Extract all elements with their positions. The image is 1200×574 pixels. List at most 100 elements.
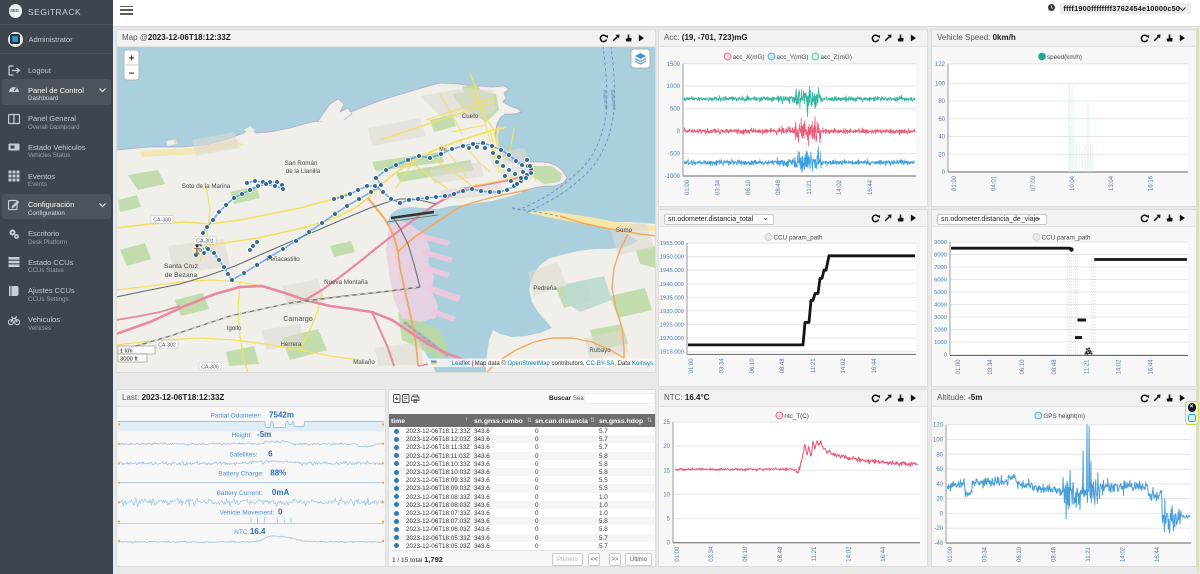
svg-text:0: 0 [278,508,283,517]
svg-text:Pedreña: Pedreña [533,285,557,292]
svg-text:0: 0 [940,511,944,517]
svg-text:01:00: 01:00 [685,179,691,195]
svg-text:08:48: 08:48 [1052,359,1058,375]
svg-text:06:10: 06:10 [1017,546,1023,562]
svg-text:11:21: 11:21 [1085,359,1091,374]
svg-text:03:34: 03:34 [988,359,994,375]
svg-text:100: 100 [933,437,944,443]
svg-text:08:48: 08:48 [776,179,782,195]
svg-text:13:04: 13:04 [1109,175,1115,191]
svg-text:acc_Y(mG): acc_Y(mG) [777,54,809,61]
svg-text:Battery Charge:: Battery Charge: [218,471,264,478]
svg-text:2000: 2000 [934,328,947,334]
svg-text:01:00: 01:00 [689,358,695,374]
svg-text:03:34: 03:34 [716,179,722,195]
svg-text:1.1925.000: 1.1925.000 [659,323,684,329]
svg-text:-1000: -1000 [665,174,681,180]
svg-text:20: 20 [936,497,943,503]
svg-text:Camargo: Camargo [283,314,313,323]
svg-text:de Bezana: de Bezana [165,272,198,279]
svg-text:CA-306: CA-306 [201,365,219,371]
svg-text:0: 0 [942,170,946,176]
svg-text:1000: 1000 [934,340,947,346]
svg-text:500: 500 [670,107,681,113]
svg-text:60: 60 [936,467,943,473]
svg-text:-5m: -5m [257,430,271,439]
svg-text:de la Llanilla: de la Llanilla [286,168,321,175]
svg-text:14:02: 14:02 [1117,359,1123,375]
svg-text:+: + [129,54,135,65]
svg-text:100: 100 [935,81,946,87]
svg-text:06:10: 06:10 [1020,359,1026,375]
svg-text:11:21: 11:21 [811,358,817,373]
svg-text:8000: 8000 [934,253,947,259]
svg-text:16:44: 16:44 [881,546,887,562]
svg-text:40: 40 [936,482,943,488]
svg-text:CCU param_path: CCU param_path [774,235,823,242]
svg-text:−: − [129,69,135,80]
svg-text:5: 5 [667,517,671,523]
svg-text:Leaflet | Map data © OpenStree: Leaflet | Map data © OpenStreetMap contr… [452,360,653,367]
svg-text:1.1930.000: 1.1930.000 [659,309,684,315]
svg-text:01:00: 01:00 [675,546,681,562]
svg-text:122: 122 [935,62,946,68]
svg-text:14:02: 14:02 [1121,546,1127,562]
svg-text:20: 20 [663,444,670,450]
svg-text:1.1955.000: 1.1955.000 [659,241,684,247]
svg-text:3000 ft: 3000 ft [120,357,138,363]
svg-text:11:21: 11:21 [812,546,818,561]
svg-text:11:21: 11:21 [1086,546,1092,561]
svg-text:CA-300: CA-300 [153,218,171,224]
svg-text:Peñacastillo: Peñacastillo [266,256,300,263]
svg-text:01:00: 01:00 [952,175,958,191]
svg-text:6000: 6000 [934,278,947,284]
svg-text:16:44: 16:44 [868,179,874,195]
svg-text:GPS height(m): GPS height(m) [1043,413,1085,420]
svg-text:20: 20 [938,152,945,158]
svg-text:14:02: 14:02 [837,179,843,195]
svg-text:9000: 9000 [934,240,947,246]
svg-text:Santa Cruz: Santa Cruz [164,263,199,270]
svg-text:5000: 5000 [934,290,947,296]
svg-text:acc_X(mG): acc_X(mG) [733,54,765,61]
svg-text:01:00: 01:00 [948,546,954,562]
svg-text:7000: 7000 [934,265,947,271]
svg-text:-500: -500 [668,152,681,158]
svg-text:0: 0 [667,541,671,547]
svg-text:1.1950.000: 1.1950.000 [659,255,684,261]
svg-text:-40: -40 [934,541,943,547]
svg-text:07:00: 07:00 [1031,175,1037,191]
svg-text:08:48: 08:48 [1052,546,1058,562]
svg-text:Mo: Mo [439,147,446,153]
svg-text:CA-301: CA-301 [196,239,214,245]
svg-text:1500: 1500 [667,62,681,68]
svg-text:16:44: 16:44 [872,358,878,374]
svg-text:NTC:: NTC: [234,529,249,536]
svg-text:Battery Current:: Battery Current: [217,490,263,497]
svg-text:06:10: 06:10 [746,179,752,195]
svg-text:08:48: 08:48 [778,546,784,562]
svg-text:4000: 4000 [934,303,947,309]
svg-text:Cueto: Cueto [462,113,479,120]
svg-text:CA-302: CA-302 [158,343,176,349]
svg-text:0: 0 [677,129,681,135]
svg-text:88%: 88% [270,469,286,478]
svg-text:16:44: 16:44 [1149,359,1155,375]
svg-text:14:02: 14:02 [841,358,847,374]
svg-text:60: 60 [938,117,945,123]
svg-text:11:21: 11:21 [807,179,813,194]
svg-text:16.4: 16.4 [250,527,266,536]
svg-text:Height:: Height: [231,432,252,439]
svg-text:15: 15 [663,468,670,474]
svg-text:1.1915.000: 1.1915.000 [659,350,684,356]
svg-text:0mA: 0mA [272,488,290,497]
svg-text:03:34: 03:34 [983,546,989,562]
svg-text:Rubayo: Rubayo [589,347,611,354]
svg-text:40: 40 [938,135,945,141]
svg-text:Soto de la Marina: Soto de la Marina [182,183,231,190]
svg-text:Vehicle Movement:: Vehicle Movement: [219,510,274,517]
svg-text:1.1935.000: 1.1935.000 [659,295,684,301]
svg-text:80: 80 [936,452,943,458]
svg-text:Nueva Montaña: Nueva Montaña [324,279,368,286]
svg-text:1.1940.000: 1.1940.000 [659,282,684,288]
